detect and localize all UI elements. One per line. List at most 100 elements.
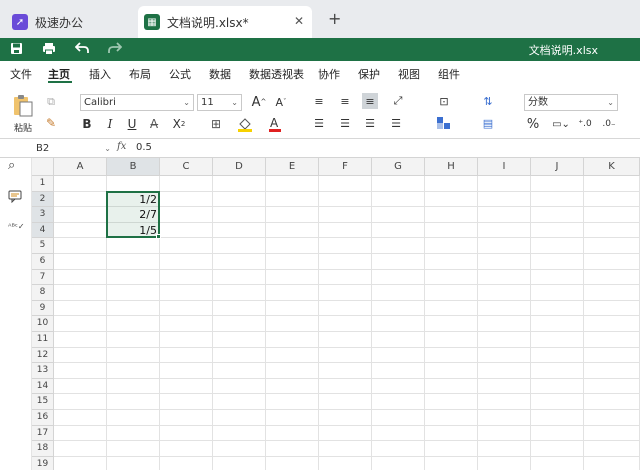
- menu-protect[interactable]: 保护: [358, 66, 380, 82]
- cell-b3[interactable]: 2/7: [107, 207, 160, 223]
- paste-icon[interactable]: [10, 93, 36, 119]
- copy-icon[interactable]: ⧉: [44, 95, 58, 109]
- name-box[interactable]: B2 ⌄: [33, 141, 113, 156]
- cell-b4[interactable]: 1/5: [107, 223, 160, 239]
- column-header-c[interactable]: C: [160, 158, 213, 176]
- menu-formula[interactable]: 公式: [169, 66, 191, 82]
- spellcheck-icon[interactable]: ᴬᴮᶜ✓: [8, 222, 25, 231]
- row-header-18[interactable]: 18: [32, 441, 54, 457]
- menu-data[interactable]: 数据: [209, 66, 231, 82]
- gridline-horizontal: [54, 377, 640, 379]
- align-middle-icon[interactable]: ≡: [338, 94, 352, 108]
- ribbon-toolbar: 粘贴 ⧉ ✎ Calibri ⌄ 11 ⌄ A ^ Aˇ B I U A̶ X2 ⊞ …: [0, 85, 640, 139]
- tab-document[interactable]: ▦ 文档说明.xlsx* ✕: [138, 6, 312, 38]
- align-center-icon[interactable]: ☰: [338, 116, 352, 130]
- save-icon[interactable]: [10, 42, 23, 59]
- font-family-select[interactable]: Calibri ⌄: [80, 94, 194, 111]
- font-color-icon[interactable]: A: [264, 116, 286, 132]
- column-header-k[interactable]: K: [584, 158, 640, 176]
- strikethrough-icon[interactable]: A̶: [147, 116, 161, 132]
- menu-view[interactable]: 视图: [398, 66, 420, 82]
- row-header-8[interactable]: 8: [32, 285, 54, 301]
- menu-insert[interactable]: 插入: [89, 66, 111, 82]
- align-left-icon[interactable]: ☰: [312, 116, 326, 130]
- row-header-10[interactable]: 10: [32, 316, 54, 332]
- row-header-2[interactable]: 2: [32, 191, 54, 208]
- comment-icon[interactable]: [8, 190, 22, 206]
- align-right-icon[interactable]: ☰: [363, 116, 377, 130]
- cell-b2[interactable]: 1/2: [107, 192, 160, 208]
- row-header-14[interactable]: 14: [32, 378, 54, 395]
- menu-file[interactable]: 文件: [10, 66, 32, 82]
- row-header-17[interactable]: 17: [32, 425, 54, 442]
- paste-label[interactable]: 粘贴: [10, 121, 36, 134]
- bold-icon[interactable]: B: [80, 116, 94, 132]
- italic-icon[interactable]: I: [103, 116, 117, 132]
- gridline-horizontal: [54, 409, 640, 410]
- column-header-a[interactable]: A: [54, 158, 107, 176]
- select-all-corner[interactable]: [32, 158, 54, 176]
- row-header-5[interactable]: 5: [32, 238, 54, 254]
- row-header-9[interactable]: 9: [32, 300, 54, 317]
- menu-home[interactable]: 主页: [48, 66, 70, 82]
- decrease-decimal-icon[interactable]: .0₋: [600, 116, 618, 132]
- font-size-select[interactable]: 11 ⌄: [197, 94, 242, 111]
- row-header-13[interactable]: 13: [32, 363, 54, 379]
- subscript-icon[interactable]: X2: [168, 116, 190, 132]
- redo-icon[interactable]: [108, 42, 123, 58]
- underline-icon[interactable]: U: [125, 116, 139, 132]
- search-icon[interactable]: ⌕: [8, 158, 15, 173]
- column-header-g[interactable]: G: [372, 158, 425, 176]
- align-top-icon[interactable]: ≡: [312, 94, 326, 108]
- row-header-1[interactable]: 1: [32, 176, 54, 192]
- print-icon[interactable]: [42, 42, 56, 59]
- insert-cells-icon[interactable]: ⇅: [478, 94, 498, 108]
- gridline-horizontal: [54, 455, 640, 457]
- increase-decimal-icon[interactable]: ⁺.0: [576, 116, 594, 132]
- row-header-15[interactable]: 15: [32, 394, 54, 410]
- new-tab-icon[interactable]: +: [328, 9, 341, 28]
- spreadsheet-grid[interactable]: A B C D E F G H I J K 1 2 3 4 5 6 7 8 9 10 11 12 13 14 15 16 17 18 19…: [32, 158, 640, 470]
- column-header-b[interactable]: B: [107, 158, 160, 176]
- align-bottom-icon[interactable]: ≡: [362, 93, 378, 109]
- function-icon[interactable]: fx: [117, 141, 126, 152]
- fill-color-icon[interactable]: [234, 116, 256, 132]
- row-header-12[interactable]: 12: [32, 347, 54, 364]
- table-style-icon[interactable]: ▤: [478, 116, 498, 130]
- column-header-d[interactable]: D: [213, 158, 266, 176]
- column-header-h[interactable]: H: [425, 158, 478, 176]
- menu-collaborate[interactable]: 协作: [318, 66, 340, 82]
- column-header-i[interactable]: I: [478, 158, 531, 176]
- format-painter-icon[interactable]: ✎: [44, 116, 58, 130]
- border-icon[interactable]: ⊞: [205, 116, 227, 132]
- row-header-3[interactable]: 3: [32, 207, 54, 223]
- gridline-horizontal: [54, 299, 640, 301]
- column-header-j[interactable]: J: [531, 158, 584, 176]
- undo-icon[interactable]: [74, 42, 89, 58]
- wrap-text-icon[interactable]: ⊡: [432, 94, 456, 108]
- formula-bar: B2 ⌄ fx 0.5: [0, 139, 640, 158]
- row-header-11[interactable]: 11: [32, 332, 54, 348]
- menu-pivot-table[interactable]: 数据透视表: [249, 66, 304, 82]
- decrease-font-icon[interactable]: Aˇ: [273, 94, 289, 110]
- justify-icon[interactable]: ☰: [389, 116, 403, 130]
- row-header-16[interactable]: 16: [32, 410, 54, 426]
- text-orientation-icon[interactable]: ⤢: [388, 94, 408, 108]
- menu-components[interactable]: 组件: [438, 66, 460, 82]
- row-header-6[interactable]: 6: [32, 254, 54, 270]
- formula-input[interactable]: 0.5: [136, 142, 152, 153]
- increase-font-icon[interactable]: A ^: [251, 94, 267, 110]
- merge-cells-icon[interactable]: [432, 116, 456, 130]
- row-header-7[interactable]: 7: [32, 269, 54, 286]
- row-header-19[interactable]: 19: [32, 456, 54, 470]
- number-format-select[interactable]: 分数 ⌄: [524, 94, 618, 111]
- column-header-e[interactable]: E: [266, 158, 319, 176]
- percent-icon[interactable]: %: [524, 116, 542, 132]
- close-tab-icon[interactable]: ✕: [294, 14, 304, 28]
- menu-layout[interactable]: 布局: [129, 66, 151, 82]
- tab-home[interactable]: ➚ 极速办公: [6, 6, 132, 38]
- row-header-4[interactable]: 4: [32, 222, 54, 239]
- accounting-format-icon[interactable]: ▭⌄: [550, 116, 572, 132]
- gridline-vertical: [583, 176, 584, 470]
- column-header-f[interactable]: F: [319, 158, 372, 176]
